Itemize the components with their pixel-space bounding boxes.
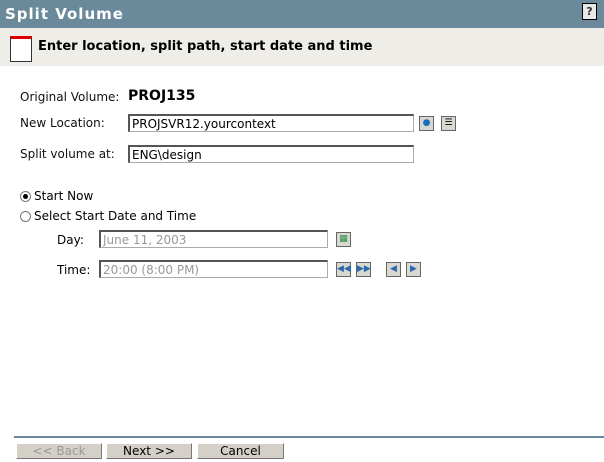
- back-button[interactable]: << Back: [16, 443, 102, 459]
- next-icon[interactable]: ▶: [406, 262, 421, 277]
- calendar-icon[interactable]: ▦: [336, 232, 351, 247]
- start-now-label: Start Now: [34, 189, 94, 203]
- day-input[interactable]: [99, 230, 328, 248]
- footer-divider: [14, 436, 604, 438]
- time-label: Time:: [57, 263, 91, 277]
- day-label: Day:: [57, 233, 84, 247]
- rewind-hour-icon[interactable]: ◀◀: [336, 262, 351, 277]
- browse-tree-icon[interactable]: ☰: [441, 116, 456, 131]
- original-volume-value: PROJ135: [128, 88, 196, 104]
- forward-hour-icon[interactable]: ▶▶: [356, 262, 371, 277]
- cancel-button[interactable]: Cancel: [197, 443, 284, 459]
- start-now-radio[interactable]: [20, 191, 31, 202]
- split-path-input[interactable]: [128, 145, 414, 163]
- previous-icon[interactable]: ◀: [386, 262, 401, 277]
- step-title: Enter location, split path, start date a…: [38, 39, 373, 54]
- window-title: Split Volume: [5, 5, 124, 23]
- split-at-label: Split volume at:: [20, 147, 115, 161]
- search-icon[interactable]: ●: [419, 116, 434, 131]
- new-location-label: New Location:: [20, 116, 105, 130]
- new-location-input[interactable]: [128, 114, 414, 132]
- select-start-label: Select Start Date and Time: [34, 209, 197, 223]
- next-button[interactable]: Next >>: [106, 443, 192, 459]
- time-input[interactable]: [99, 260, 328, 278]
- select-start-radio[interactable]: [20, 211, 31, 222]
- wizard-step-icon: [10, 36, 32, 62]
- help-button[interactable]: ?: [582, 3, 597, 20]
- original-volume-label: Original Volume:: [20, 90, 120, 104]
